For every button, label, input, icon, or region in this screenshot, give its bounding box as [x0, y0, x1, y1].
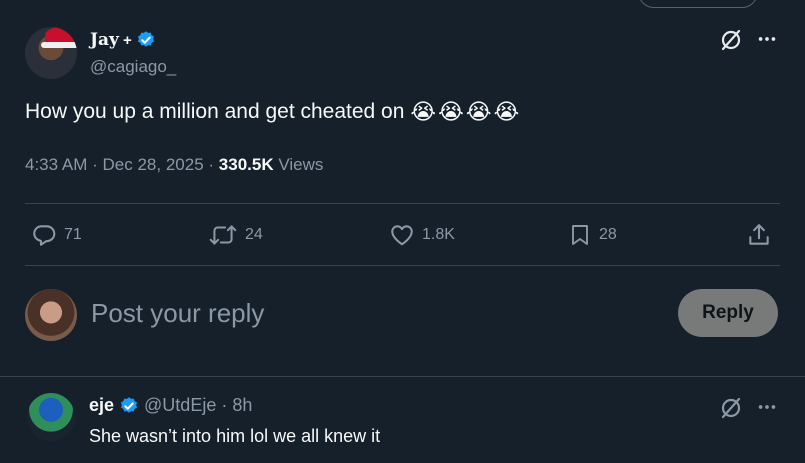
author-avatar[interactable] [25, 27, 77, 79]
crying-emoji: 😭 [410, 99, 437, 124]
reply-button[interactable]: Reply [678, 289, 778, 337]
reply-time[interactable]: 8h [232, 395, 252, 416]
top-button-edge[interactable] [638, 0, 758, 8]
reply-action[interactable]: 71 [31, 222, 82, 248]
tweet-meta: 4:33 AM · Dec 28, 2025 · 330.5K Views [25, 155, 323, 175]
author-handle[interactable]: @cagiago_ [90, 57, 176, 77]
author-display-name[interactable]: Jay [90, 30, 119, 50]
grok-icon[interactable] [719, 28, 743, 57]
reply-author-row: eje @UtdEje · 8h [89, 395, 252, 416]
santa-hat-graphic [41, 27, 77, 48]
like-count: 1.8K [422, 226, 455, 243]
meta-separator: · [208, 155, 215, 174]
divider [25, 203, 780, 204]
bookmark-icon[interactable] [568, 222, 592, 248]
crying-emoji: 😭 [465, 99, 492, 124]
views-count: 330.5K [218, 155, 274, 174]
grok-icon[interactable] [719, 396, 743, 425]
crying-emoji: 😭 [493, 99, 520, 124]
tweet-time[interactable]: 4:33 AM [25, 155, 87, 174]
meta-separator: · [221, 395, 228, 415]
reply-input[interactable]: Post your reply [91, 298, 264, 329]
share-action[interactable] [746, 222, 772, 248]
author-name-suffix: + [122, 31, 132, 49]
like-action[interactable]: 1.8K [389, 222, 455, 248]
reply-author-name[interactable]: eje [89, 395, 114, 416]
divider [0, 376, 805, 377]
more-options-icon[interactable] [756, 28, 778, 55]
tweet-date[interactable]: Dec 28, 2025 [103, 155, 204, 174]
reply-icon[interactable] [31, 222, 57, 248]
verified-badge-icon [136, 30, 156, 50]
author-name-row[interactable]: Jay + [90, 30, 156, 50]
tweet-emojis: 😭 😭 😭 😭 [410, 101, 519, 123]
more-options-icon[interactable] [756, 396, 778, 423]
divider [25, 265, 780, 266]
tweet-detail-page: Jay + @cagiago_ How you up a million and… [0, 0, 805, 463]
reply-text: She wasn’t into him lol we all knew it [89, 426, 381, 446]
reply-author-avatar[interactable] [27, 393, 75, 441]
views-label: Views [278, 155, 324, 174]
tweet-text: How you up a million and get cheated on … [25, 100, 519, 124]
current-user-avatar[interactable] [25, 289, 77, 341]
repost-icon[interactable] [208, 222, 238, 248]
repost-action[interactable]: 24 [208, 222, 263, 248]
share-icon[interactable] [746, 222, 772, 248]
bookmark-count: 28 [599, 226, 617, 243]
bookmark-action[interactable]: 28 [568, 222, 617, 248]
reply-count: 71 [64, 226, 82, 243]
crying-emoji: 😭 [438, 99, 464, 124]
tweet-body: How you up a million and get cheated on [25, 100, 405, 123]
reply-author-handle[interactable]: @UtdEje [144, 395, 216, 416]
meta-separator: · [92, 155, 98, 174]
heart-icon[interactable] [389, 222, 415, 248]
repost-count: 24 [245, 226, 263, 243]
verified-badge-icon [119, 396, 139, 416]
